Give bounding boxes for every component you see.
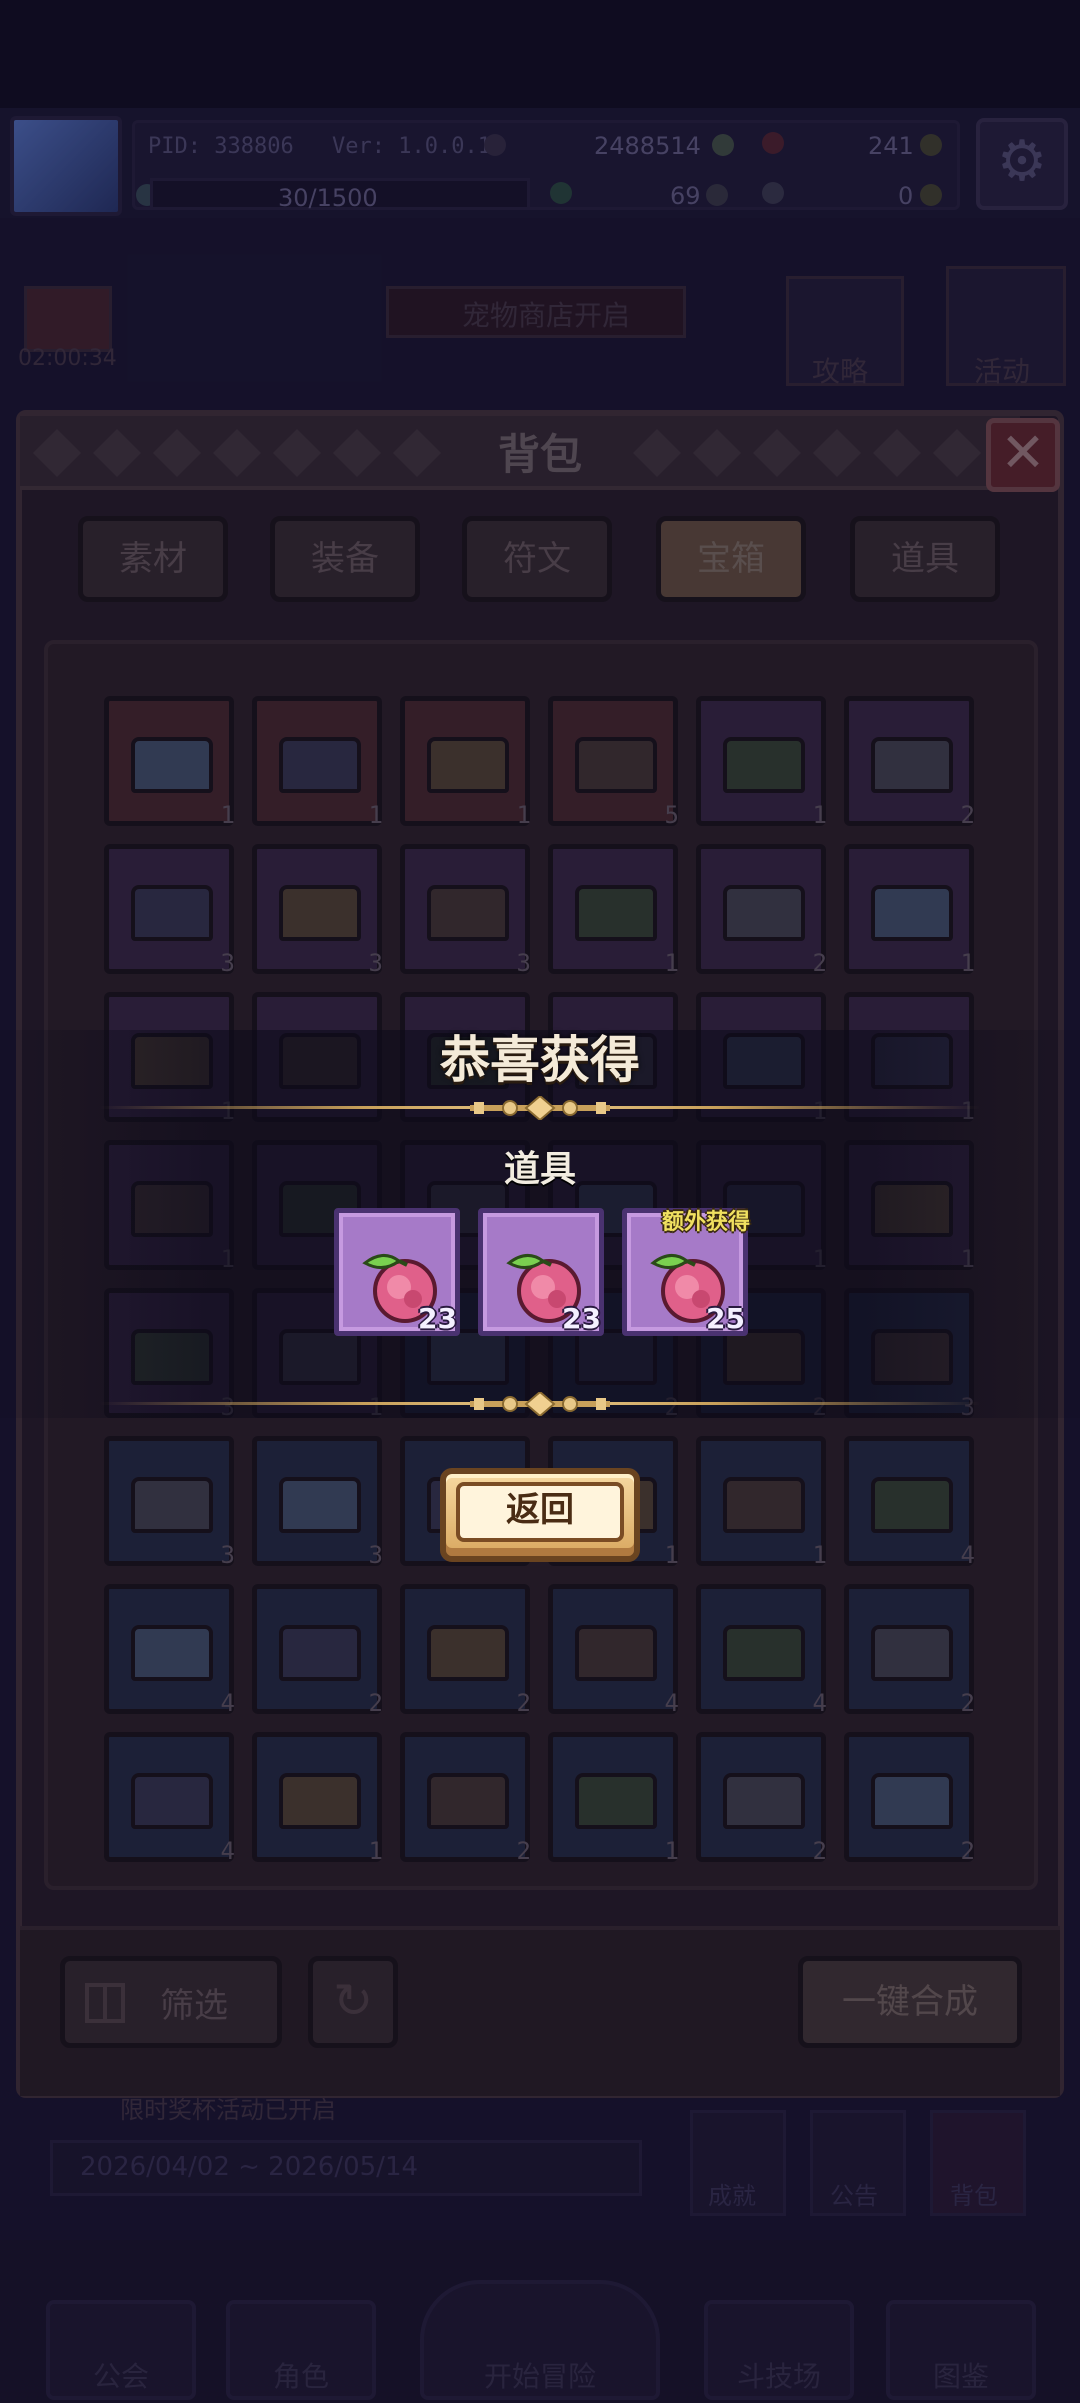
game-screen: PID: 338806 Ver: 1.0.0.10 2488514 241 30… — [0, 0, 1080, 2403]
return-button-label: 返回 — [506, 1490, 574, 1530]
ornament-bottom — [470, 1392, 610, 1416]
ornament-top — [470, 1096, 610, 1120]
bonus-label: 额外获得 — [661, 1210, 750, 1235]
reward-title: 恭喜获得 — [440, 1031, 640, 1089]
reward-category: 道具 — [503, 1149, 576, 1190]
reward-count: 23 — [562, 1302, 601, 1335]
reward-item[interactable]: 23 — [478, 1208, 604, 1336]
reward-count: 23 — [418, 1302, 457, 1335]
reward-count: 25 — [706, 1302, 745, 1335]
reward-item[interactable]: 23 — [334, 1208, 460, 1336]
